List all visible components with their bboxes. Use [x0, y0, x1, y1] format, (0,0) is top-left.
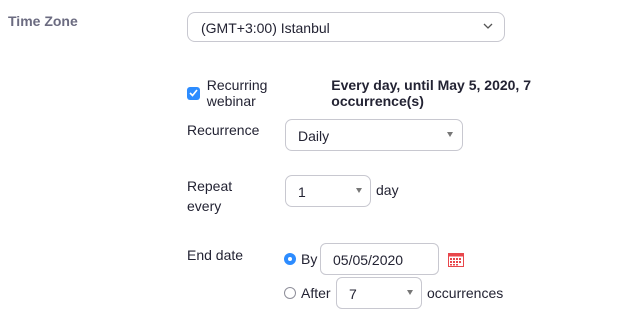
- end-date-input[interactable]: 05/05/2020: [320, 243, 439, 275]
- repeat-every-label: Repeat every: [187, 176, 232, 216]
- dropdown-arrow-icon: [356, 188, 362, 193]
- repeat-every-label-line2: every: [187, 198, 222, 214]
- dropdown-arrow-icon: [447, 132, 453, 137]
- end-by-label[interactable]: By: [301, 251, 317, 267]
- repeat-every-label-line1: Repeat: [187, 178, 233, 194]
- time-zone-label: Time Zone: [8, 13, 78, 29]
- recurrence-select[interactable]: Daily: [285, 119, 463, 151]
- repeat-every-select[interactable]: 1: [285, 175, 371, 207]
- occurrences-unit-label: occurrences: [427, 285, 504, 301]
- end-by-radio[interactable]: [284, 253, 296, 265]
- recurrence-summary: Every day, until May 5, 2020, 7 occurren…: [331, 77, 531, 109]
- checkmark-icon: [189, 89, 198, 97]
- end-date-label: End date: [187, 247, 244, 263]
- dropdown-arrow-icon: [407, 290, 413, 295]
- occurrences-value: 7: [349, 286, 357, 302]
- time-zone-select[interactable]: (GMT+3:00) Istanbul: [187, 12, 505, 42]
- end-after-radio[interactable]: [284, 287, 296, 299]
- end-after-label[interactable]: After: [301, 285, 331, 301]
- recurrence-label: Recurrence: [187, 122, 260, 138]
- repeat-every-value: 1: [298, 184, 306, 200]
- time-zone-value: (GMT+3:00) Istanbul: [201, 20, 330, 36]
- repeat-unit-label: day: [376, 182, 399, 198]
- recurrence-value: Daily: [298, 128, 330, 144]
- recurring-webinar-label[interactable]: Recurring webinar: [207, 77, 319, 109]
- recurring-webinar-checkbox[interactable]: [187, 86, 200, 100]
- chevron-down-icon: [483, 23, 493, 29]
- calendar-icon[interactable]: [448, 252, 464, 267]
- end-date-value: 05/05/2020: [333, 252, 404, 268]
- recurring-webinar-row: Recurring webinar Every day, until May 5…: [187, 77, 622, 109]
- occurrences-select[interactable]: 7: [336, 277, 422, 309]
